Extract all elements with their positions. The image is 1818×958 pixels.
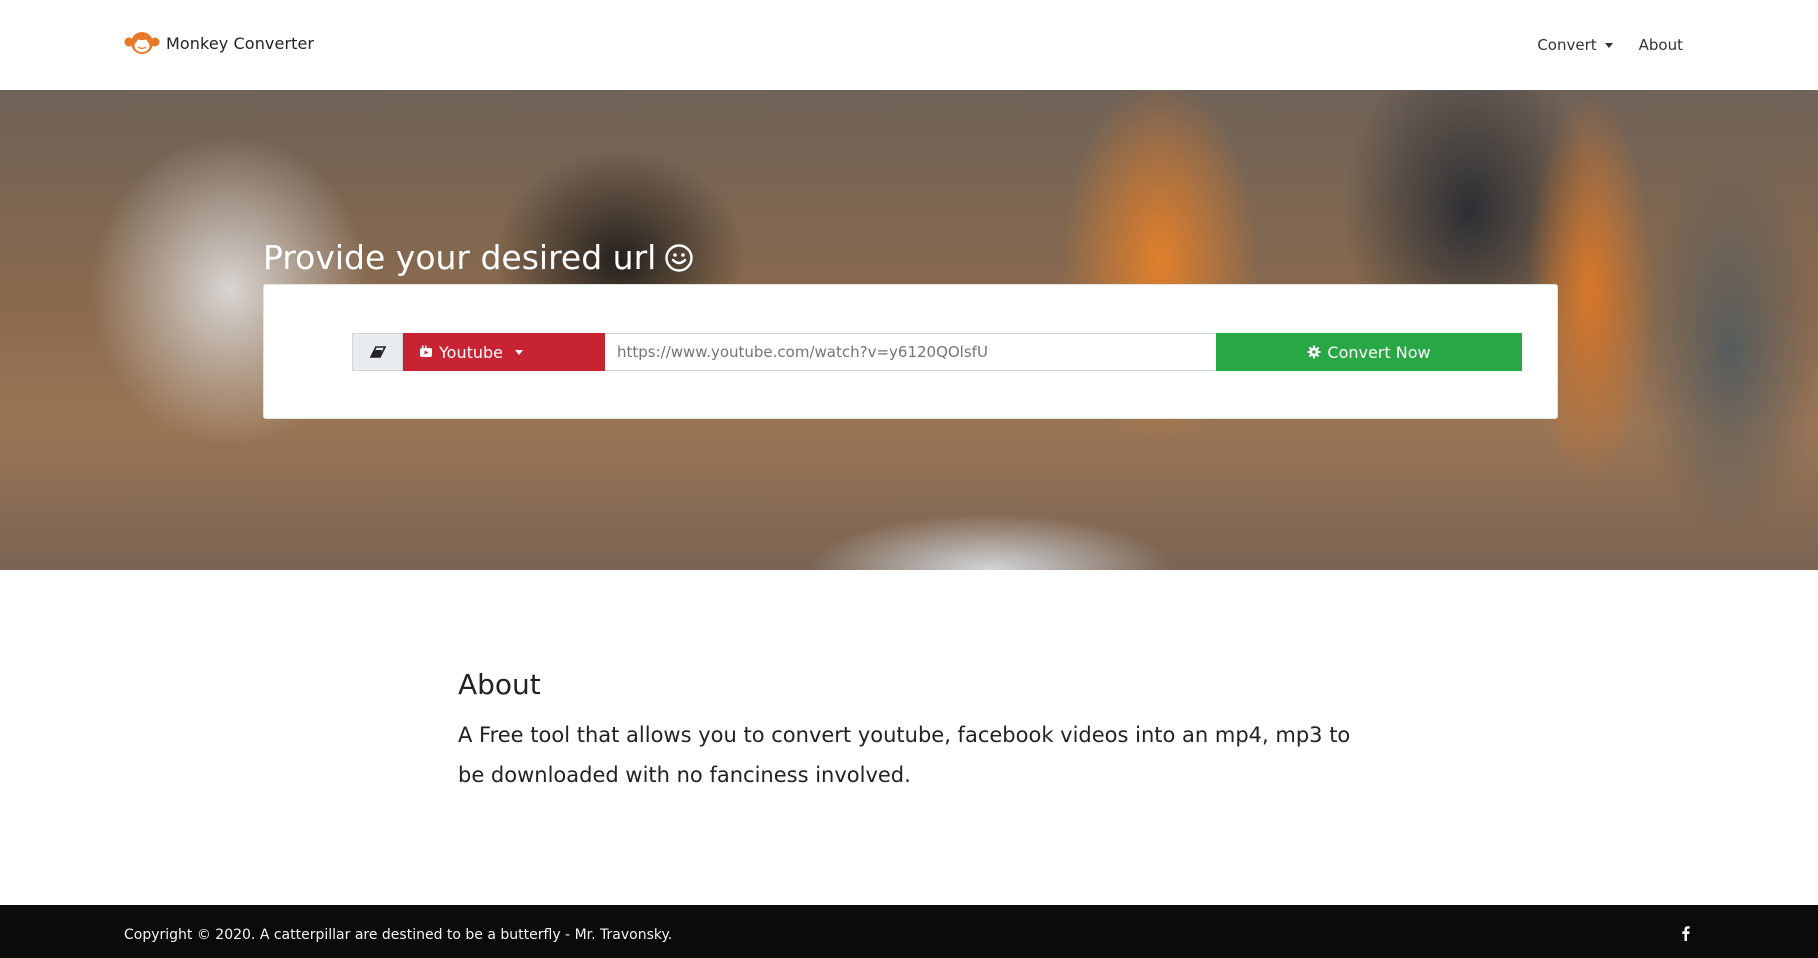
nav-links: Convert About [1537,36,1683,54]
brand-name: Monkey Converter [166,33,315,53]
nav-about-link[interactable]: About [1639,36,1683,54]
about-section: About A Free tool that allows you to con… [458,668,1358,795]
chevron-down-icon [1604,42,1613,48]
hero-title-text: Provide your desired url [263,238,657,277]
smile-icon [665,243,694,272]
copyright-text: Copyright © 2020. A catterpillar are des… [124,927,673,943]
nav-convert-label: Convert [1537,36,1597,54]
nav-convert-dropdown[interactable]: Convert [1537,36,1613,54]
source-select-button[interactable]: Youtube [403,333,605,371]
footer: Copyright © 2020. A catterpillar are des… [0,905,1818,958]
nav-about-label: About [1638,36,1683,54]
brand-link[interactable]: Monkey Converter [124,30,314,56]
source-select-label: Youtube [439,342,503,362]
navbar: Monkey Converter Convert About [0,0,1818,90]
youtube-icon [420,345,432,357]
url-form-card: Youtube https://www.youtube.com/watch?v=… [263,284,1558,419]
gear-icon [1307,345,1321,359]
convert-now-label: Convert Now [1327,342,1431,362]
url-input-group: Youtube https://www.youtube.com/watch?v=… [352,333,1522,371]
about-text: A Free tool that allows you to convert y… [458,723,1351,787]
monkey-logo-icon [124,32,160,54]
clear-button[interactable] [352,333,403,371]
eraser-icon [369,346,386,358]
about-heading: About [458,668,541,701]
url-input[interactable] [605,333,1216,371]
hero-title: Provide your desired url [263,238,694,277]
chevron-down-icon [515,349,523,355]
convert-now-button[interactable]: Convert Now [1216,333,1522,371]
facebook-icon[interactable] [1678,925,1694,941]
hero-section: Provide your desired url Youtube https:/… [0,90,1818,570]
